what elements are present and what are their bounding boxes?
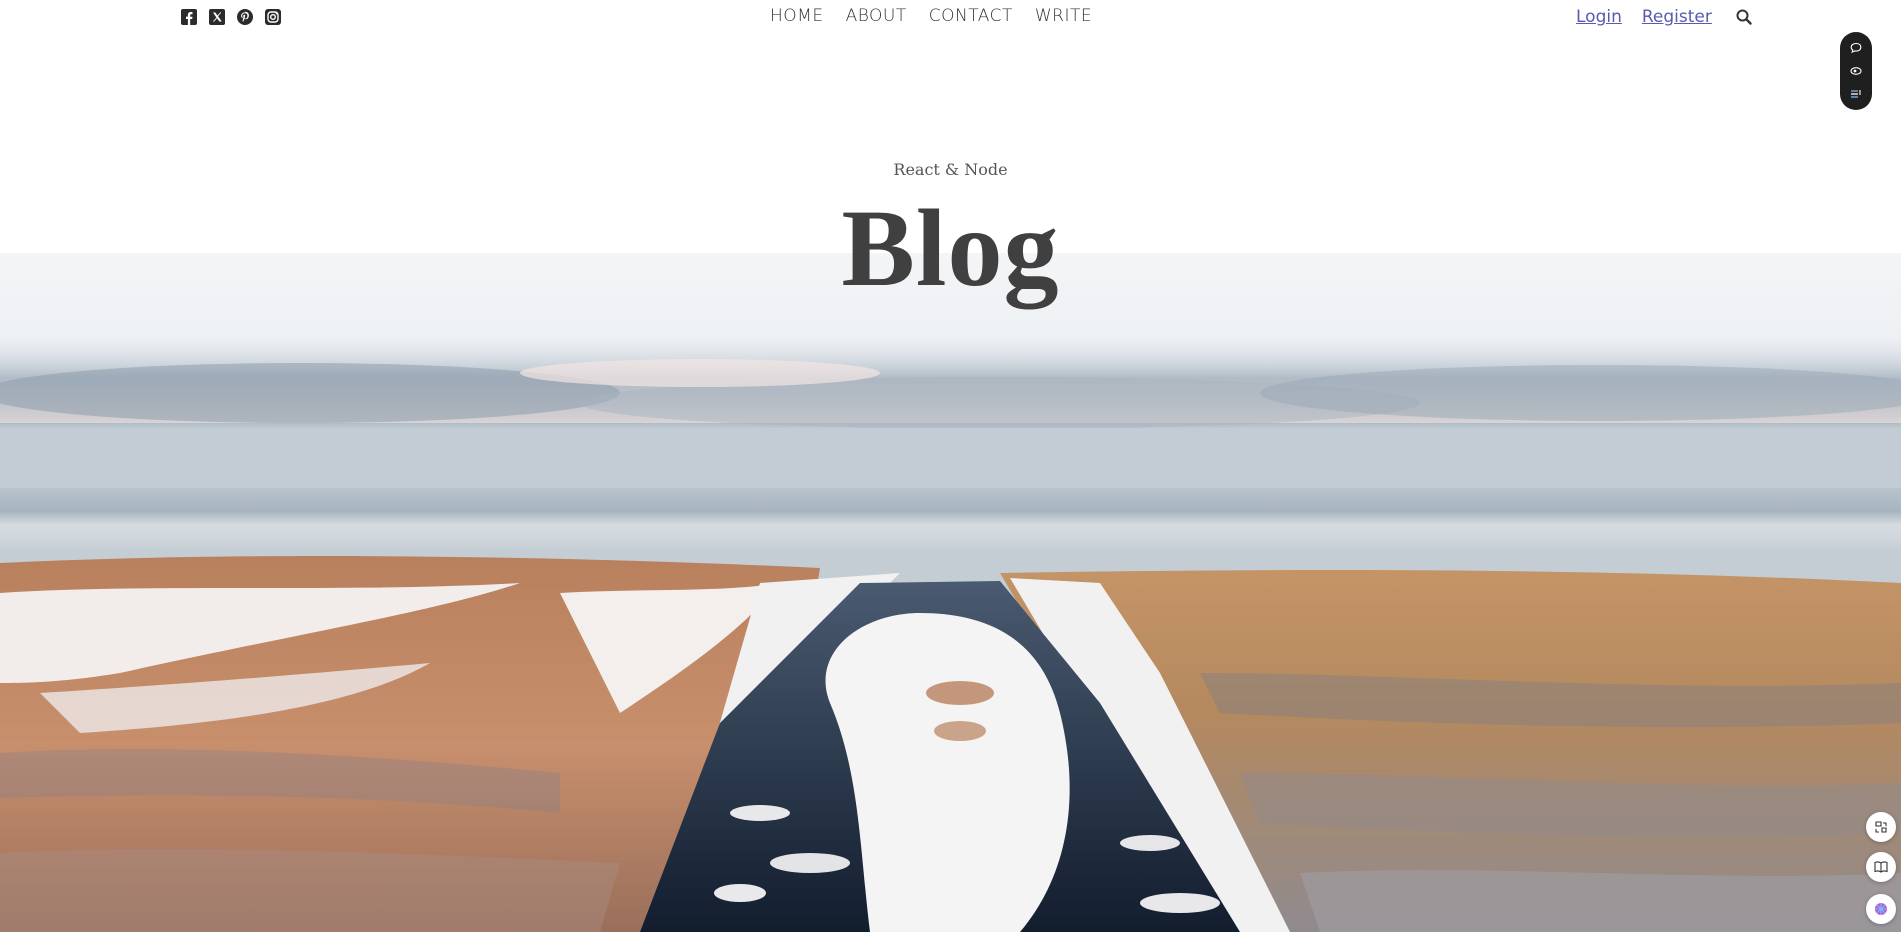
blog-subtitle: React & Node	[893, 160, 1008, 179]
hero-landscape-illustration	[0, 333, 1901, 932]
nav-write[interactable]: WRITE	[1035, 6, 1092, 26]
blog-title: Blog	[841, 187, 1060, 309]
top-navbar: HOME ABOUT CONTACT WRITE Login Register	[0, 0, 1901, 36]
pinterest-icon[interactable]	[236, 8, 254, 26]
translate-float-button[interactable]	[1866, 812, 1896, 842]
instagram-icon[interactable]	[264, 8, 282, 26]
blog-header: React & Node Blog	[0, 160, 1901, 303]
nav-contact[interactable]: CONTACT	[929, 6, 1013, 26]
facebook-icon[interactable]	[180, 8, 198, 26]
reader-float-button[interactable]	[1866, 852, 1896, 882]
brain-icon	[1875, 903, 1887, 915]
book-icon	[1874, 861, 1888, 873]
login-link[interactable]: Login	[1576, 7, 1622, 27]
search-icon[interactable]	[1735, 8, 1753, 26]
eye-icon[interactable]	[1849, 64, 1863, 78]
extension-side-toolbar	[1840, 32, 1872, 110]
x-twitter-icon[interactable]	[208, 8, 226, 26]
nav-home[interactable]: HOME	[770, 6, 824, 26]
social-links	[180, 8, 282, 26]
nav-about[interactable]: ABOUT	[846, 6, 907, 26]
ai-brain-float-button[interactable]	[1866, 894, 1896, 924]
list-edit-icon[interactable]	[1849, 87, 1863, 101]
chat-bubble-icon[interactable]	[1849, 41, 1863, 55]
hero-image-snowy-river	[0, 253, 1901, 932]
main-nav: HOME ABOUT CONTACT WRITE	[770, 6, 1092, 26]
register-link[interactable]: Register	[1642, 7, 1712, 27]
auth-links: Login Register	[1576, 7, 1712, 27]
translate-icon	[1875, 821, 1887, 833]
